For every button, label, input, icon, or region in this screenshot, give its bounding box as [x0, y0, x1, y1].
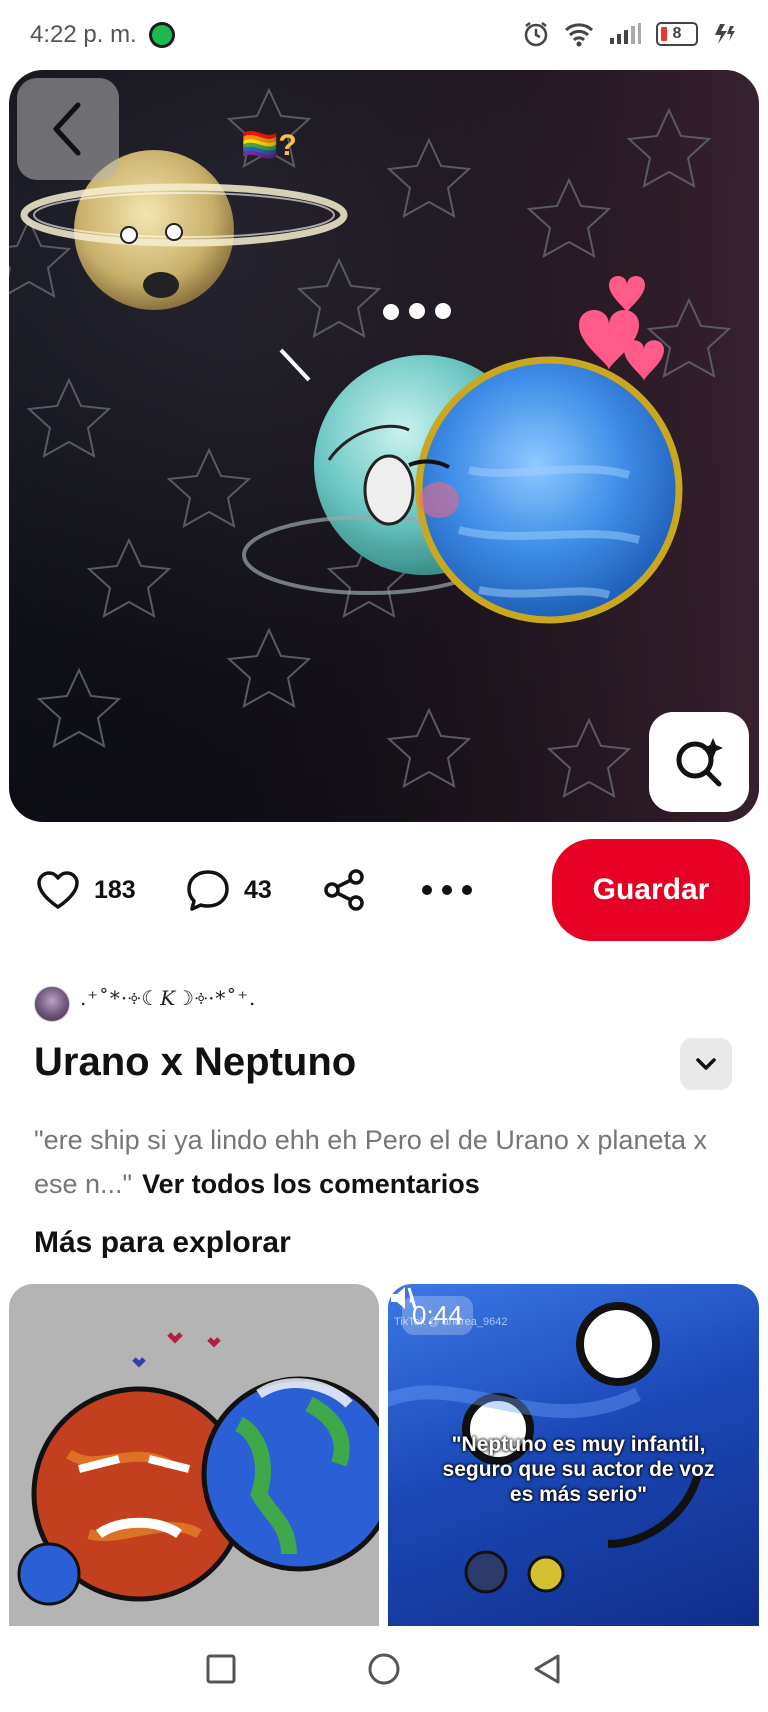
see-all-comments-link[interactable]: Ver todos los comentarios: [142, 1169, 480, 1199]
back-nav-icon[interactable]: [532, 1653, 562, 1685]
more-to-explore-title: Más para explorar: [34, 1226, 291, 1259]
rainbow-flag-emoji: 🏳️‍🌈?: [241, 129, 297, 162]
spotify-icon: [148, 22, 175, 48]
video-caption: "Neptuno es muy infantil, seguro que su …: [442, 1433, 715, 1506]
chevron-left-icon: [53, 102, 81, 156]
like-count: 183: [94, 875, 136, 904]
visual-search-icon: [676, 738, 723, 787]
charging-icon: [715, 24, 735, 44]
status-icons: 8: [522, 20, 738, 48]
alarm-icon: [524, 22, 548, 47]
pin-title: Urano x Neptuno: [34, 1040, 357, 1084]
back-button[interactable]: [17, 78, 119, 180]
explore-card[interactable]: [9, 1284, 379, 1626]
like-button[interactable]: 183: [36, 838, 136, 942]
wifi-icon: [564, 23, 594, 47]
comment-count: 43: [244, 875, 272, 904]
battery-icon: 8: [656, 22, 698, 46]
expand-details-button[interactable]: [680, 1038, 732, 1090]
battery-level: 8: [672, 25, 682, 42]
status-bar: 4:22 p. m. 8: [0, 0, 768, 70]
recent-apps-icon[interactable]: [206, 1654, 236, 1684]
more-icon: [422, 885, 472, 895]
share-icon: [324, 869, 364, 911]
status-time: 4:22 p. m.: [30, 21, 137, 48]
comment-preview[interactable]: "ere ship si ya lindo ehh eh Pero el de …: [34, 1118, 734, 1206]
pin-actions: 183 43 Guardar: [0, 838, 768, 942]
more-options-button[interactable]: [420, 838, 474, 942]
share-button[interactable]: [322, 838, 366, 942]
explore-card-image: [17, 1332, 379, 1606]
chevron-down-icon: [696, 1058, 716, 1070]
comment-icon: [187, 870, 229, 911]
system-nav-bar: [0, 1626, 768, 1712]
pin-artwork: [9, 70, 759, 822]
home-icon[interactable]: [367, 1652, 401, 1686]
visual-search-button[interactable]: [649, 712, 749, 812]
creator-name[interactable]: .⁺˚*·༓☾𝐾☽༓·*˚⁺.: [80, 976, 256, 1032]
avatar[interactable]: [34, 986, 70, 1022]
explore-video-card[interactable]: TikTok @ andrea_9642 0:44 "Neptuno es mu…: [388, 1284, 759, 1626]
muted-icon[interactable]: [388, 1284, 418, 1312]
save-button[interactable]: Guardar: [552, 839, 750, 941]
creator-info[interactable]: .⁺˚*·༓☾𝐾☽༓·*˚⁺.: [34, 976, 256, 1032]
comment-button[interactable]: 43: [186, 838, 272, 942]
pin-image[interactable]: 🏳️‍🌈?: [9, 70, 759, 822]
heart-icon: [37, 871, 79, 909]
signal-icon: [610, 23, 641, 44]
